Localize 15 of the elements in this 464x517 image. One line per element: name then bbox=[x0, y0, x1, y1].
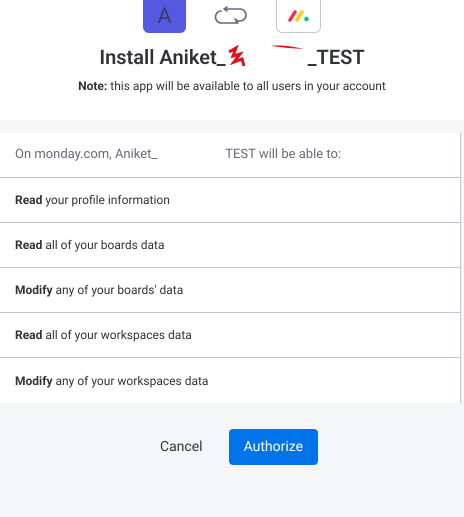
monday-logo-icon bbox=[288, 10, 310, 22]
cancel-button[interactable]: Cancel bbox=[146, 429, 217, 465]
authorize-button[interactable]: Authorize bbox=[228, 429, 318, 465]
install-title: Install Aniket_ bbox=[99, 44, 226, 71]
app-letter: A bbox=[157, 6, 172, 28]
permission-item: Read all of your boards data bbox=[15, 237, 165, 254]
sync-arrows-icon bbox=[214, 6, 248, 26]
note-text: Note: this app will be available to all users in your account bbox=[78, 78, 386, 95]
permissions-intro: TEST will be able to: bbox=[225, 146, 342, 164]
permissions-intro: On monday.com, Aniket_ bbox=[15, 146, 158, 164]
permission-item: Modify any of your boards' data bbox=[15, 282, 184, 299]
install-title: _TEST bbox=[308, 44, 365, 71]
permission-item: Read all of your workspaces data bbox=[15, 327, 192, 344]
permission-item: Read your profile information bbox=[15, 192, 170, 209]
permission-item: Modify any of your workspaces data bbox=[15, 372, 208, 390]
